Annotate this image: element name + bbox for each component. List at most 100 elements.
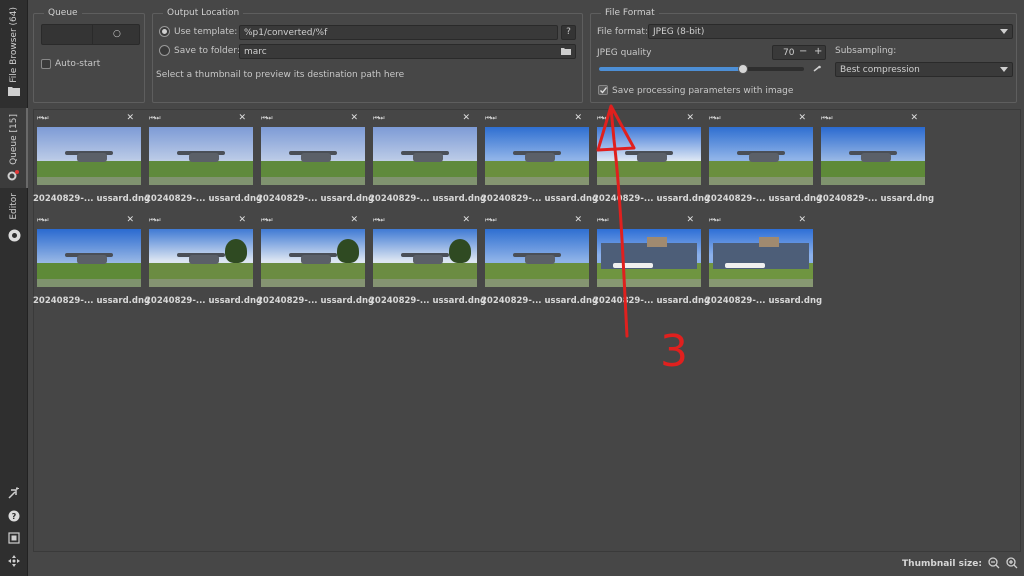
queue-thumbnail[interactable]: ⏮⏭ ✕ 20240829-... ussard.dng [481, 213, 598, 313]
queue-thumbnail[interactable]: ⏮⏭ ✕ 20240829-... ussard.dng [481, 111, 598, 211]
close-icon[interactable]: ✕ [462, 215, 470, 225]
save-params-checkbox[interactable] [598, 85, 608, 95]
queue-thumbnail[interactable]: ⏮⏭ ✕ 20240829-... ussard.dng [369, 111, 486, 211]
thumbnail-image[interactable] [373, 127, 477, 185]
thumbnail-image[interactable] [597, 127, 701, 185]
queue-thumbnail[interactable]: ⏮⏭ ✕ 20240829-... ussard.dng [817, 111, 934, 211]
subsampling-value: Best compression [840, 65, 920, 75]
skip-arrows-icon[interactable]: ⏮⏭ [261, 114, 273, 123]
destination-hint: Select a thumbnail to preview its destin… [156, 70, 405, 80]
file-format-select[interactable]: JPEG (8-bit) [648, 24, 1013, 39]
queue-thumbnail[interactable]: ⏮⏭ ✕ 20240829-... ussard.dng [33, 213, 150, 313]
skip-arrows-icon[interactable]: ⏮⏭ [709, 114, 721, 123]
jpeg-quality-label: JPEG quality [597, 48, 652, 58]
zoom-out-icon[interactable] [988, 556, 1000, 572]
thumbnail-image[interactable] [485, 127, 589, 185]
queue-thumbnail[interactable]: ⏮⏭ ✕ 20240829-... ussard.dng [257, 111, 374, 211]
close-icon[interactable]: ✕ [126, 215, 134, 225]
skip-arrows-icon[interactable]: ⏮⏭ [373, 114, 385, 123]
autostart-label: Auto-start [55, 59, 101, 69]
thumbnail-image[interactable] [821, 127, 925, 185]
skip-arrows-icon[interactable]: ⏮⏭ [709, 216, 721, 225]
queue-thumbnail[interactable]: ⏮⏭ ✕ 20240829-... ussard.dng [705, 111, 822, 211]
queue-thumbnail[interactable]: ⏮⏭ ✕ 20240829-... ussard.dng [369, 213, 486, 313]
close-icon[interactable]: ✕ [238, 113, 246, 123]
chevron-down-icon [1000, 67, 1008, 72]
thumbnail-image[interactable] [149, 229, 253, 287]
close-icon[interactable]: ✕ [686, 113, 694, 123]
queue-thumbnail-grid[interactable]: ⏮⏭ ✕ 20240829-... ussard.dng ⏮⏭ ✕ 20240829-..… [33, 109, 1021, 552]
queue-thumbnail[interactable]: ⏮⏭ ✕ 20240829-... ussard.dng [593, 111, 710, 211]
tab-editor[interactable]: Editor [0, 192, 28, 242]
close-icon[interactable]: ✕ [686, 215, 694, 225]
close-icon[interactable]: ✕ [798, 113, 806, 123]
help-icon[interactable]: ? [7, 509, 21, 523]
queue-thumbnail[interactable]: ⏮⏭ ✕ 20240829-... ussard.dng [33, 111, 150, 211]
fullscreen-icon[interactable] [7, 531, 21, 545]
use-template-radio[interactable] [159, 26, 170, 37]
skip-arrows-icon[interactable]: ⏮⏭ [37, 114, 49, 123]
thumbnail-filename: 20240829-... ussard.dng [481, 194, 599, 204]
gears-icon [7, 168, 21, 182]
autostart-checkbox[interactable] [41, 59, 51, 69]
queue-thumbnail[interactable]: ⏮⏭ ✕ 20240829-... ussard.dng [705, 213, 822, 313]
close-icon[interactable]: ✕ [238, 215, 246, 225]
plus-icon[interactable]: + [814, 46, 822, 58]
subsampling-select[interactable]: Best compression [835, 62, 1013, 77]
template-help-button[interactable]: ? [561, 25, 576, 40]
thumbnail-image[interactable] [373, 229, 477, 287]
thumbnail-image[interactable] [709, 127, 813, 185]
close-icon[interactable]: ✕ [798, 215, 806, 225]
save-to-folder-label: Save to folder: [174, 46, 240, 56]
new-window-icon[interactable] [7, 486, 21, 500]
skip-arrows-icon[interactable]: ⏮⏭ [597, 216, 609, 225]
template-input[interactable]: %p1/converted/%f [239, 25, 558, 40]
reset-icon[interactable] [813, 65, 821, 76]
thumbnail-image[interactable] [37, 127, 141, 185]
skip-arrows-icon[interactable]: ⏮⏭ [821, 114, 833, 123]
skip-arrows-icon[interactable]: ⏮⏭ [149, 216, 161, 225]
close-icon[interactable]: ✕ [910, 113, 918, 123]
tab-file-browser[interactable]: File Browser (64) [0, 4, 28, 96]
queue-thumbnail[interactable]: ⏮⏭ ✕ 20240829-... ussard.dng [593, 213, 710, 313]
skip-arrows-icon[interactable]: ⏮⏭ [149, 114, 161, 123]
skip-arrows-icon[interactable]: ⏮⏭ [485, 114, 497, 123]
jpeg-quality-spinbox[interactable]: 70 − + [772, 45, 826, 60]
close-icon[interactable]: ✕ [350, 113, 358, 123]
close-icon[interactable]: ✕ [574, 113, 582, 123]
skip-arrows-icon[interactable]: ⏮⏭ [485, 216, 497, 225]
move-icon[interactable] [7, 554, 21, 568]
close-icon[interactable]: ✕ [462, 113, 470, 123]
save-to-folder-radio[interactable] [159, 45, 170, 56]
thumbnail-filename: 20240829-... ussard.dng [705, 194, 823, 204]
minus-icon[interactable]: − [799, 46, 807, 58]
queue-start-stop-toggle[interactable]: ○ [41, 24, 140, 45]
skip-arrows-icon[interactable]: ⏮⏭ [597, 114, 609, 123]
thumbnail-image[interactable] [149, 127, 253, 185]
thumbnail-image[interactable] [37, 229, 141, 287]
aperture-icon [7, 228, 21, 242]
folder-chooser[interactable]: marc [239, 44, 576, 59]
tab-queue[interactable]: Queue [15] [0, 108, 28, 188]
file-format-group: File Format File format: JPEG (8-bit) JP… [590, 8, 1017, 103]
thumbnail-image[interactable] [597, 229, 701, 287]
queue-thumbnail[interactable]: ⏮⏭ ✕ 20240829-... ussard.dng [257, 213, 374, 313]
zoom-in-icon[interactable] [1006, 556, 1018, 572]
close-icon[interactable]: ✕ [350, 215, 358, 225]
queue-thumbnail[interactable]: ⏮⏭ ✕ 20240829-... ussard.dng [145, 213, 262, 313]
skip-arrows-icon[interactable]: ⏮⏭ [261, 216, 273, 225]
thumbnail-size-label: Thumbnail size: [902, 559, 982, 569]
queue-thumbnail[interactable]: ⏮⏭ ✕ 20240829-... ussard.dng [145, 111, 262, 211]
close-icon[interactable]: ✕ [574, 215, 582, 225]
jpeg-quality-slider-handle[interactable] [737, 64, 748, 74]
thumbnail-image[interactable] [709, 229, 813, 287]
thumbnail-filename: 20240829-... ussard.dng [369, 194, 487, 204]
thumbnail-image[interactable] [485, 229, 589, 287]
thumbnail-image[interactable] [261, 127, 365, 185]
thumbnail-filename: 20240829-... ussard.dng [33, 194, 151, 204]
skip-arrows-icon[interactable]: ⏮⏭ [373, 216, 385, 225]
close-icon[interactable]: ✕ [126, 113, 134, 123]
jpeg-quality-slider[interactable] [599, 64, 804, 74]
skip-arrows-icon[interactable]: ⏮⏭ [37, 216, 49, 225]
thumbnail-image[interactable] [261, 229, 365, 287]
